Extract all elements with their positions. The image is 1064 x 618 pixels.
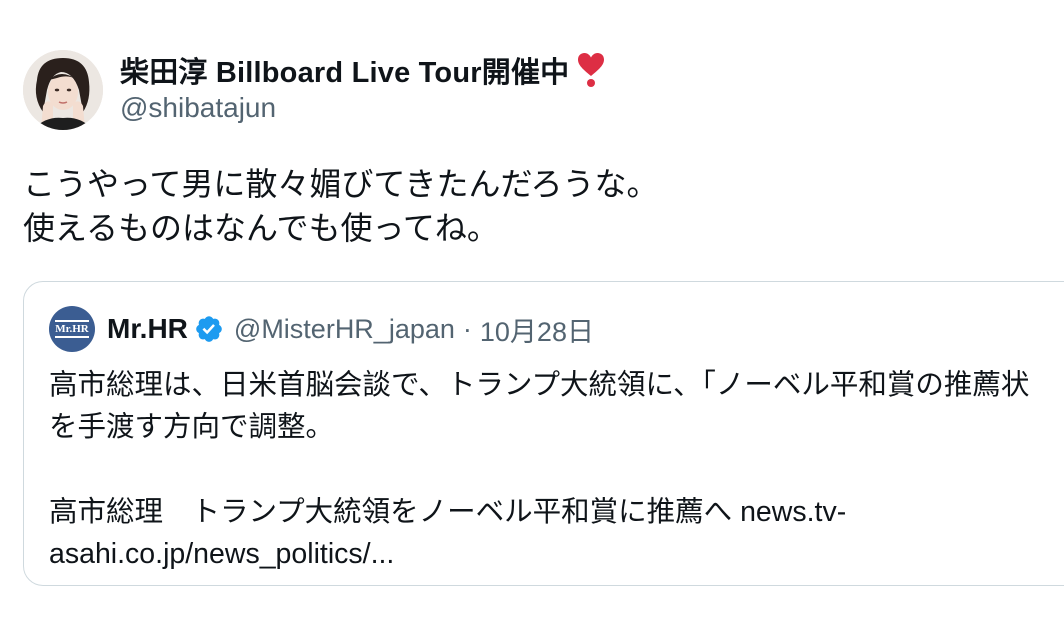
separator-dot: · [462,313,472,344]
tweet-text-line: 使えるものはなんでも使ってね。 [23,210,499,246]
quoted-text-link-line: 高市総理 トランプ大統領をノーベル平和賞に推薦へ news.tv- [49,491,1029,533]
quoted-text-spacer [49,448,1029,491]
quoted-author-handle[interactable]: @MisterHR_japan [234,314,455,345]
tweet-text: こうやって男に散々媚びてきたんだろうな。 使えるものはなんでも使ってね。 [23,162,659,250]
quoted-tweet-date[interactable]: 10月28日 [480,310,594,349]
heart-exclamation-icon [578,53,605,87]
quoted-author-avatar-text: Mr.HR [55,320,89,338]
author-name-row[interactable]: 柴田淳 Billboard Live Tour開催中 [120,50,605,90]
quoted-text-line: を手渡す方向で調整。 [49,411,335,443]
quoted-link[interactable]: news.tv- [740,496,846,528]
quoted-tweet-card[interactable]: Mr.HR Mr.HR @MisterHR_japan · 10月28日 高市総… [23,281,1064,586]
author-display-name[interactable]: 柴田淳 Billboard Live Tour開催中 [120,49,569,91]
quoted-tweet-text: 高市総理は、日米首脳会談で、トランプ大統領に、「ノーベル平和賞の推薦状 を手渡す… [49,364,1029,575]
quoted-text-line: 高市総理は、日米首脳会談で、トランプ大統領に、「ノーベル平和賞の推薦状 [49,369,1030,401]
quoted-author-avatar[interactable]: Mr.HR [49,306,95,352]
quoted-author-name[interactable]: Mr.HR [107,313,188,345]
author-avatar[interactable] [23,50,103,130]
quoted-tweet-header: Mr.HR Mr.HR @MisterHR_japan · 10月28日 [49,306,594,352]
quoted-link-continued[interactable]: asahi.co.jp/news_politics/... [49,538,394,570]
verified-badge-icon [196,316,222,342]
quoted-link-prefix: 高市総理 トランプ大統領をノーベル平和賞に推薦へ [49,496,741,528]
tweet: 柴田淳 Billboard Live Tour開催中 @shibatajun こ… [0,0,1064,618]
author-handle[interactable]: @shibatajun [120,92,276,124]
tweet-text-line: こうやって男に散々媚びてきたんだろうな。 [23,166,659,202]
author-avatar-image [23,50,103,130]
